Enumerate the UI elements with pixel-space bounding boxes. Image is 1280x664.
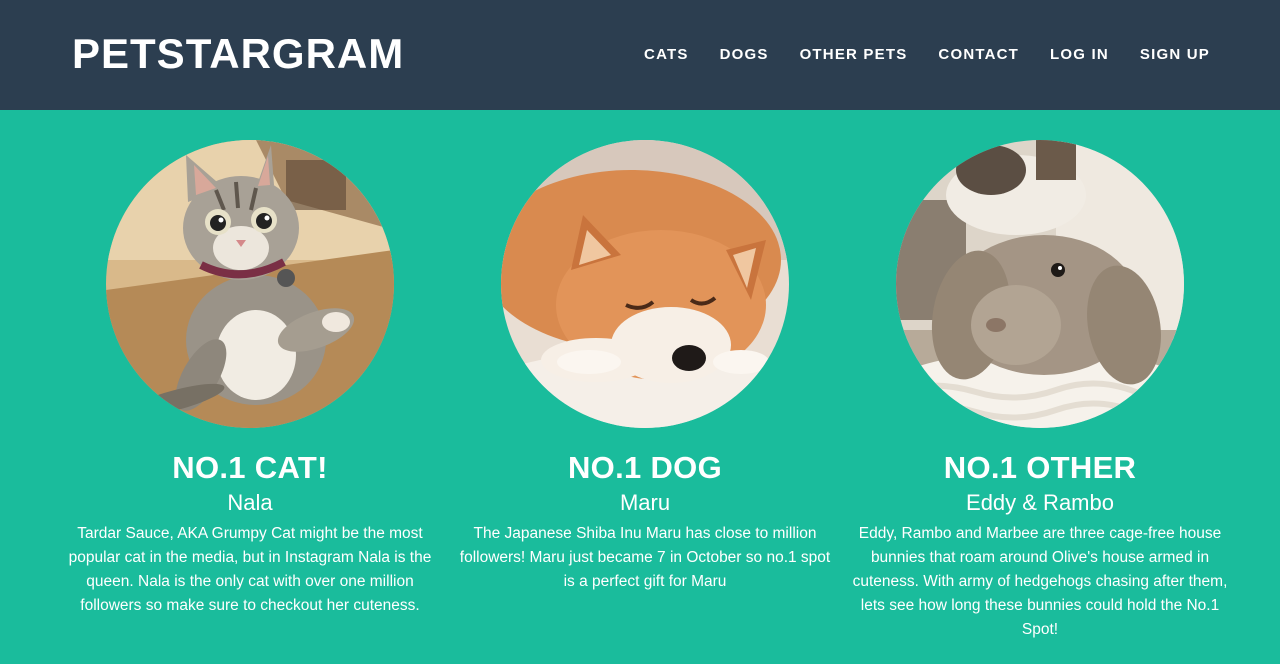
nav-other-pets[interactable]: OTHER PETS [800, 46, 908, 63]
pet-name: Maru [619, 490, 671, 515]
nav-dogs[interactable]: DOGS [720, 46, 769, 63]
nav-log-in[interactable]: LOG IN [1050, 46, 1109, 63]
card-title: NO.1 DOG [568, 450, 722, 485]
card-description: Tardar Sauce, AKA Grumpy Cat might be th… [68, 525, 432, 614]
card-title: NO.1 OTHER [943, 450, 1137, 485]
card-description: Eddy, Rambo and Marbee are three cage-fr… [852, 525, 1228, 638]
brand-logo[interactable]: PETSTARGRAM [72, 30, 404, 78]
card-dog: NO.1 DOG Maru The Japanese Shiba Inu Mar… [455, 140, 835, 642]
dog-photo [501, 140, 789, 428]
card-other: NO.1 OTHER Eddy & Rambo Eddy, Rambo and … [850, 140, 1230, 642]
nav-sign-up[interactable]: SIGN UP [1140, 46, 1210, 63]
bunny-photo [896, 140, 1184, 428]
cat-photo [106, 140, 394, 428]
nav-cats[interactable]: CATS [644, 46, 689, 63]
pet-name: Nala [227, 490, 273, 515]
main-nav: CATS DOGS OTHER PETS CONTACT LOG IN SIGN… [644, 46, 1210, 63]
pet-cards: NO.1 CAT! Nala Tardar Sauce, AKA Grumpy … [0, 110, 1230, 642]
pet-name: Eddy & Rambo [966, 490, 1114, 515]
card-description: The Japanese Shiba Inu Maru has close to… [459, 525, 831, 590]
card-cat: NO.1 CAT! Nala Tardar Sauce, AKA Grumpy … [60, 140, 440, 642]
card-title: NO.1 CAT! [172, 450, 328, 485]
nav-contact[interactable]: CONTACT [938, 46, 1019, 63]
top-navbar: PETSTARGRAM CATS DOGS OTHER PETS CONTACT… [0, 0, 1280, 110]
